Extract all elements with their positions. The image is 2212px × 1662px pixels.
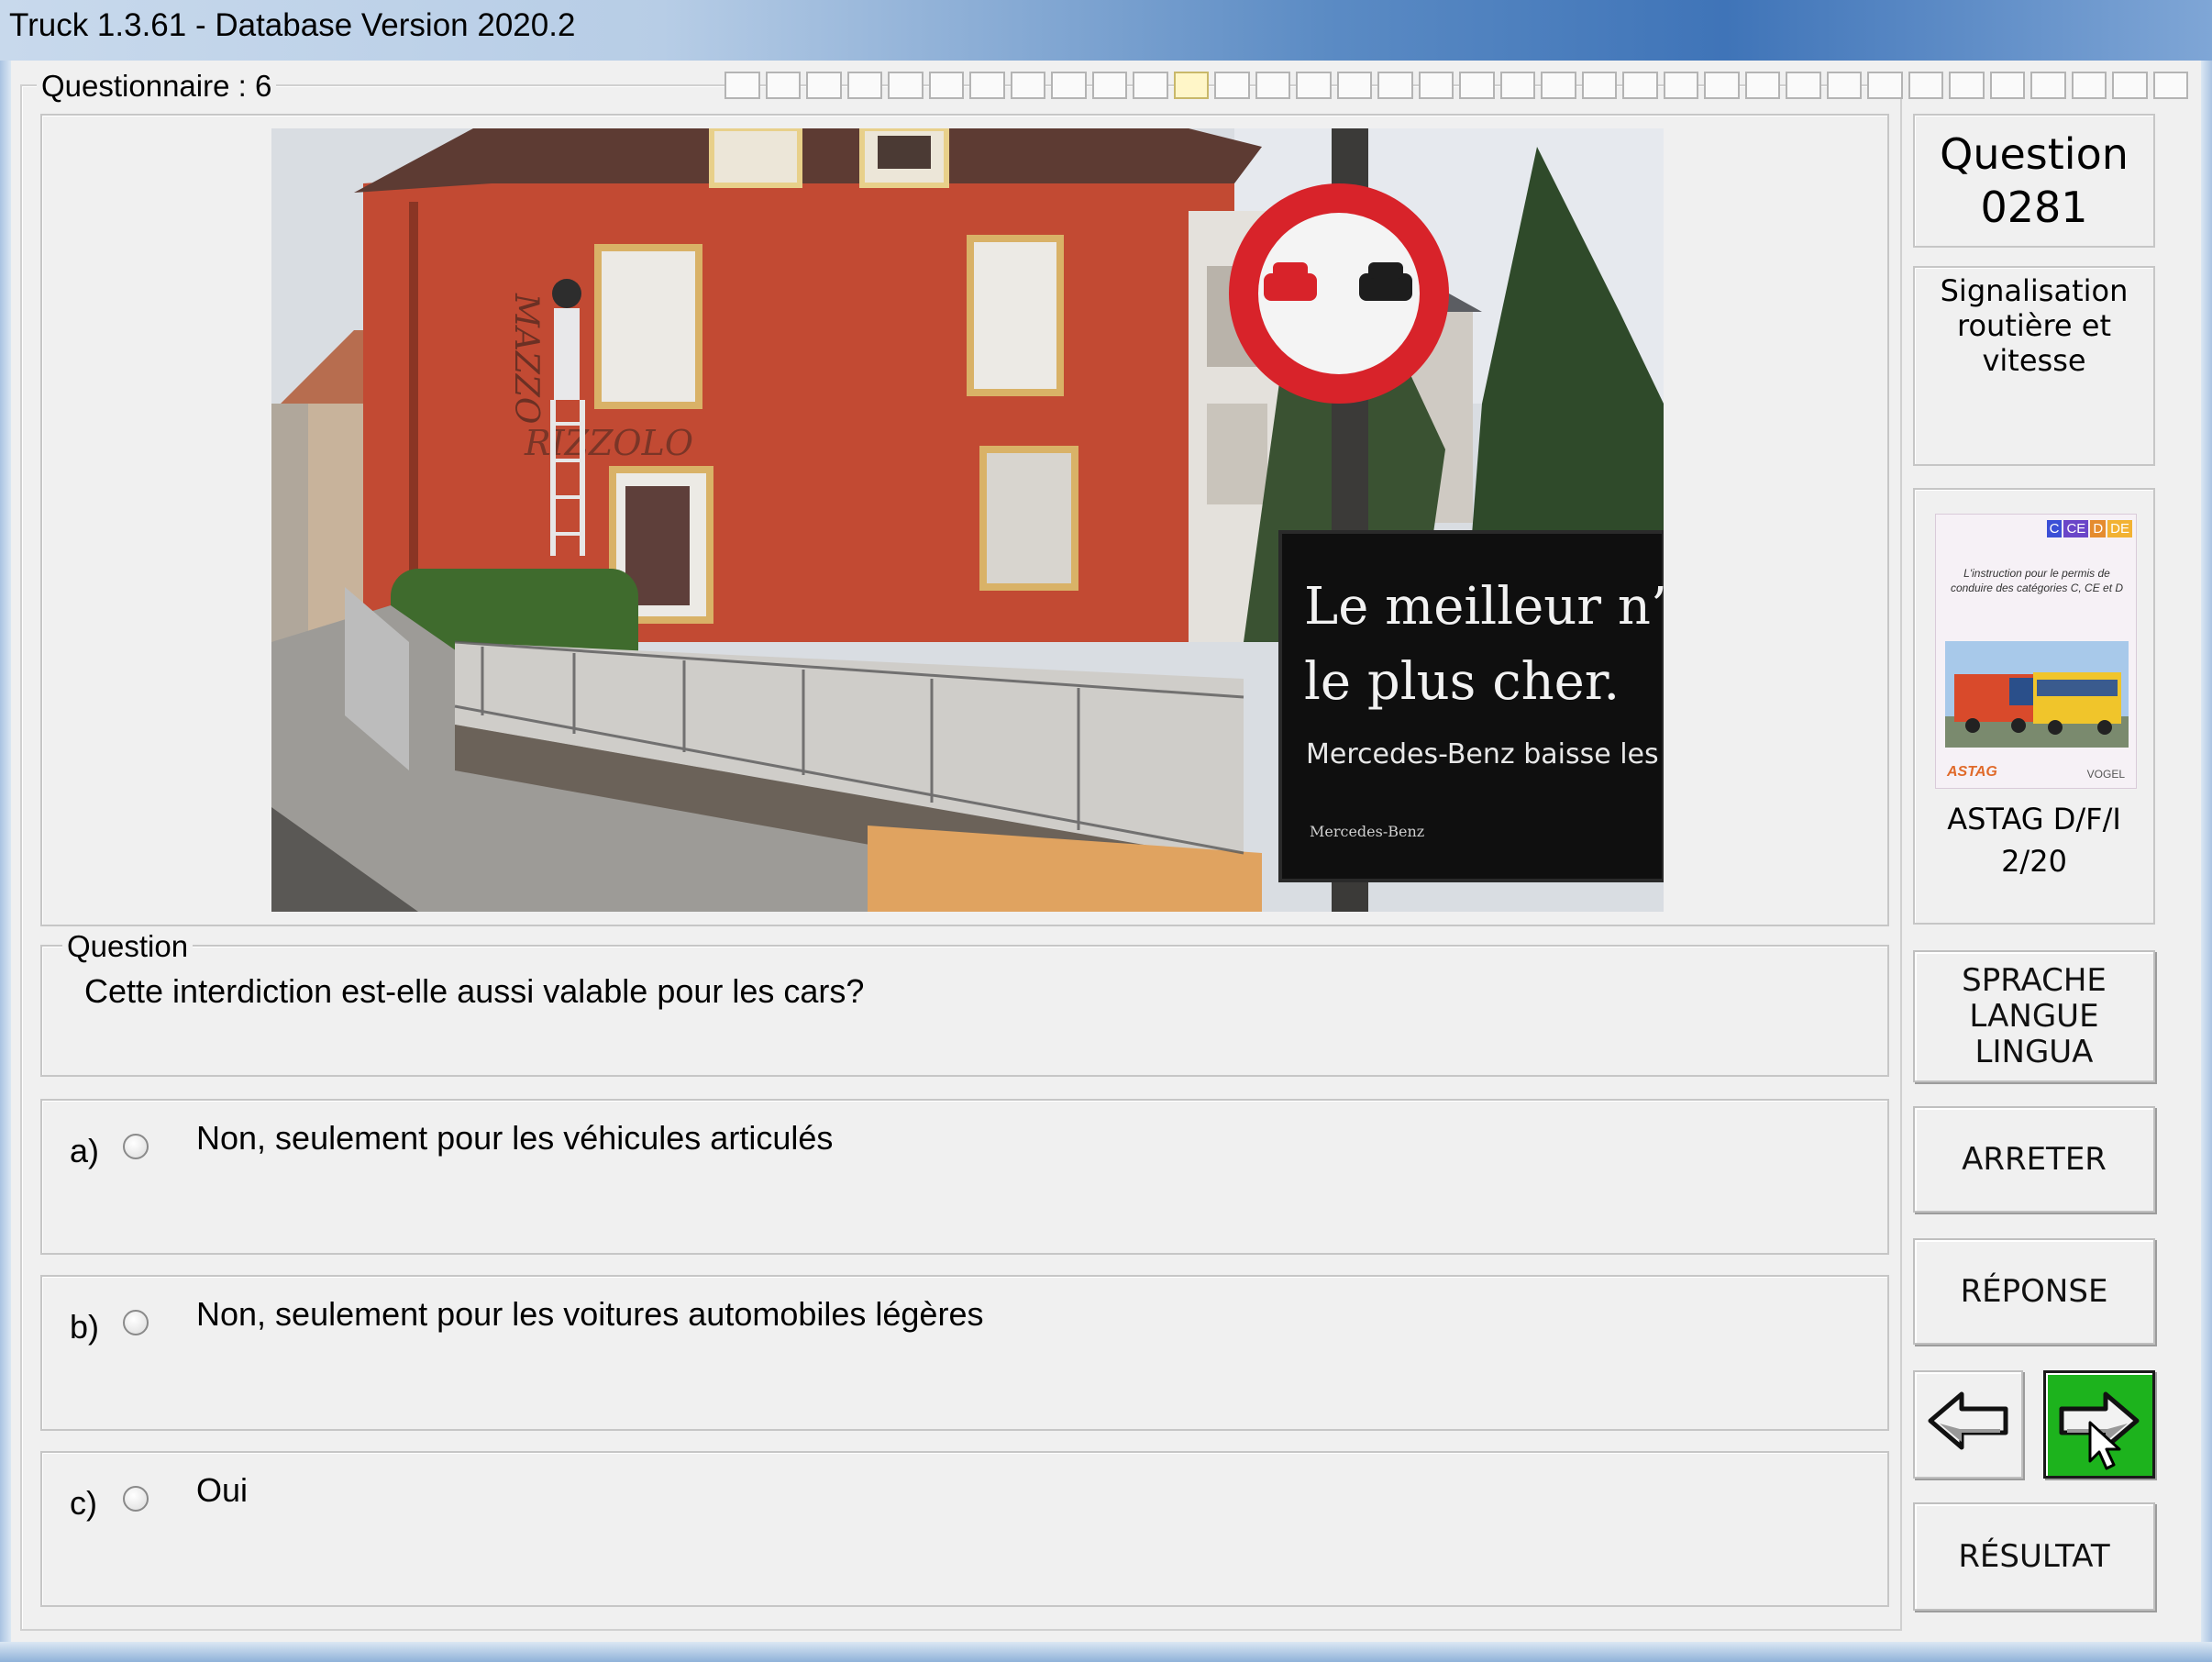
- question-label: Question: [1940, 129, 2129, 179]
- wall-vertical-text: MAZZO: [507, 293, 545, 424]
- category-badges: C CE D DE: [2046, 520, 2132, 537]
- progress-cell-current: [1173, 72, 1209, 99]
- progress-cell: [1296, 72, 1332, 99]
- progress-cell: [928, 72, 964, 99]
- progress-strip: [724, 72, 2188, 99]
- progress-cell: [1826, 72, 1862, 99]
- question-photo: MAZZO RIZZOLO Le meilleur n’ le plus che…: [271, 128, 1664, 912]
- progress-cell: [1010, 72, 1045, 99]
- progress-cell: [1336, 72, 1372, 99]
- answer-c-radio[interactable]: [123, 1486, 149, 1512]
- question-text: Cette interdiction est-elle aussi valabl…: [84, 972, 865, 1010]
- language-button-label: SPRACHE LANGUE LINGUA: [1962, 961, 2107, 1070]
- wall-text: RIZZOLO: [524, 423, 693, 463]
- progress-cell: [1051, 72, 1087, 99]
- progress-cell: [1214, 72, 1250, 99]
- billboard-brand: Mercedes-Benz: [1310, 823, 1424, 840]
- stop-button-label: ARRETER: [1962, 1140, 2107, 1178]
- language-button[interactable]: SPRACHE LANGUE LINGUA: [1913, 950, 2155, 1082]
- question-number: 0281: [1980, 183, 2088, 232]
- arrow-left-icon: [1927, 1389, 2009, 1461]
- window-frame-right: [2201, 61, 2212, 1662]
- answer-a-text: Non, seulement pour les véhicules articu…: [196, 1119, 834, 1157]
- progress-cell: [1499, 72, 1535, 99]
- progress-cell: [724, 72, 760, 99]
- answer-b-radio[interactable]: [123, 1310, 149, 1335]
- progress-cell: [1949, 72, 1985, 99]
- previous-button[interactable]: [1913, 1370, 2023, 1479]
- progress-cell: [1541, 72, 1576, 99]
- billboard-line-2: le plus cher.: [1304, 652, 1620, 712]
- progress-cell: [1133, 72, 1168, 99]
- progress-cell: [1459, 72, 1495, 99]
- question-panel: [40, 945, 1889, 1077]
- category-box: Signalisation routière et vitesse: [1913, 266, 2155, 466]
- answer-a-radio[interactable]: [123, 1134, 149, 1159]
- progress-cell: [765, 72, 801, 99]
- badge-c: C: [2046, 520, 2063, 537]
- answer-c-panel[interactable]: c) Oui: [40, 1451, 1889, 1607]
- answer-a-letter: a): [70, 1132, 100, 1169]
- answer-c-letter: c): [70, 1484, 97, 1522]
- stop-button[interactable]: ARRETER: [1913, 1106, 2155, 1213]
- book-caption-line-2: 2/20: [2001, 844, 2067, 879]
- progress-cell: [2030, 72, 2066, 99]
- answer-button-label: RÉPONSE: [1960, 1272, 2108, 1310]
- progress-cell: [806, 72, 842, 99]
- no-overtaking-sign: [1229, 183, 1449, 404]
- answer-b-panel[interactable]: b) Non, seulement pour les voitures auto…: [40, 1275, 1889, 1431]
- progress-cell: [2112, 72, 2148, 99]
- progress-cell: [1622, 72, 1658, 99]
- question-panel-legend: Question: [62, 929, 194, 964]
- book-blurb: L'instruction pour le permis de conduire…: [1950, 567, 2124, 594]
- badge-ce: CE: [2063, 520, 2089, 537]
- progress-cell: [1786, 72, 1821, 99]
- progress-cell: [846, 72, 882, 99]
- progress-cell: [1091, 72, 1127, 99]
- window-title: Truck 1.3.61 - Database Version 2020.2: [9, 7, 576, 43]
- result-button-label: RÉSULTAT: [1958, 1537, 2110, 1575]
- book-cover: C CE D DE L'instruction pour le permis d…: [1935, 514, 2137, 789]
- progress-cell: [1704, 72, 1740, 99]
- book-publisher-left: ASTAG: [1947, 764, 1997, 780]
- book-caption-line-1: ASTAG D/F/I: [1947, 802, 2121, 837]
- questionnaire-label: Questionnaire : 6: [37, 69, 277, 104]
- title-bar[interactable]: Truck 1.3.61 - Database Version 2020.2: [0, 0, 2212, 61]
- progress-cell: [2071, 72, 2107, 99]
- progress-cell: [1989, 72, 2025, 99]
- result-button[interactable]: RÉSULTAT: [1913, 1502, 2155, 1611]
- billboard-line-3: Mercedes-Benz baisse les: [1306, 738, 1659, 770]
- answer-b-text: Non, seulement pour les voitures automob…: [196, 1295, 984, 1333]
- category-text: Signalisation routière et vitesse: [1940, 273, 2129, 378]
- badge-d: D: [2090, 520, 2107, 537]
- progress-cell: [1255, 72, 1290, 99]
- answer-b-letter: b): [70, 1308, 100, 1346]
- progress-cell: [969, 72, 1005, 99]
- progress-cell: [1744, 72, 1780, 99]
- book-publisher-right: VOGEL: [2086, 768, 2125, 781]
- truck-bus-illustration: [1945, 641, 2129, 748]
- billboard-line-1: Le meilleur n’est: [1304, 577, 1664, 637]
- mouse-cursor-icon: [2088, 1421, 2125, 1480]
- progress-cell: [1418, 72, 1454, 99]
- progress-cell: [888, 72, 924, 99]
- next-button[interactable]: [2043, 1370, 2155, 1479]
- answer-button[interactable]: RÉPONSE: [1913, 1238, 2155, 1345]
- progress-cell: [1908, 72, 1943, 99]
- answer-c-text: Oui: [196, 1471, 249, 1509]
- window-frame-left: [0, 61, 11, 1662]
- question-number-box: Question 0281: [1913, 114, 2155, 248]
- answer-a-panel[interactable]: a) Non, seulement pour les véhicules art…: [40, 1099, 1889, 1255]
- progress-cell: [1377, 72, 1413, 99]
- window-frame-bottom: [0, 1642, 2212, 1662]
- progress-cell: [1581, 72, 1617, 99]
- progress-cell: [1663, 72, 1698, 99]
- book-box: C CE D DE L'instruction pour le permis d…: [1913, 488, 2155, 925]
- badge-de: DE: [2107, 520, 2132, 537]
- progress-cell: [1867, 72, 1903, 99]
- progress-cell: [2152, 72, 2188, 99]
